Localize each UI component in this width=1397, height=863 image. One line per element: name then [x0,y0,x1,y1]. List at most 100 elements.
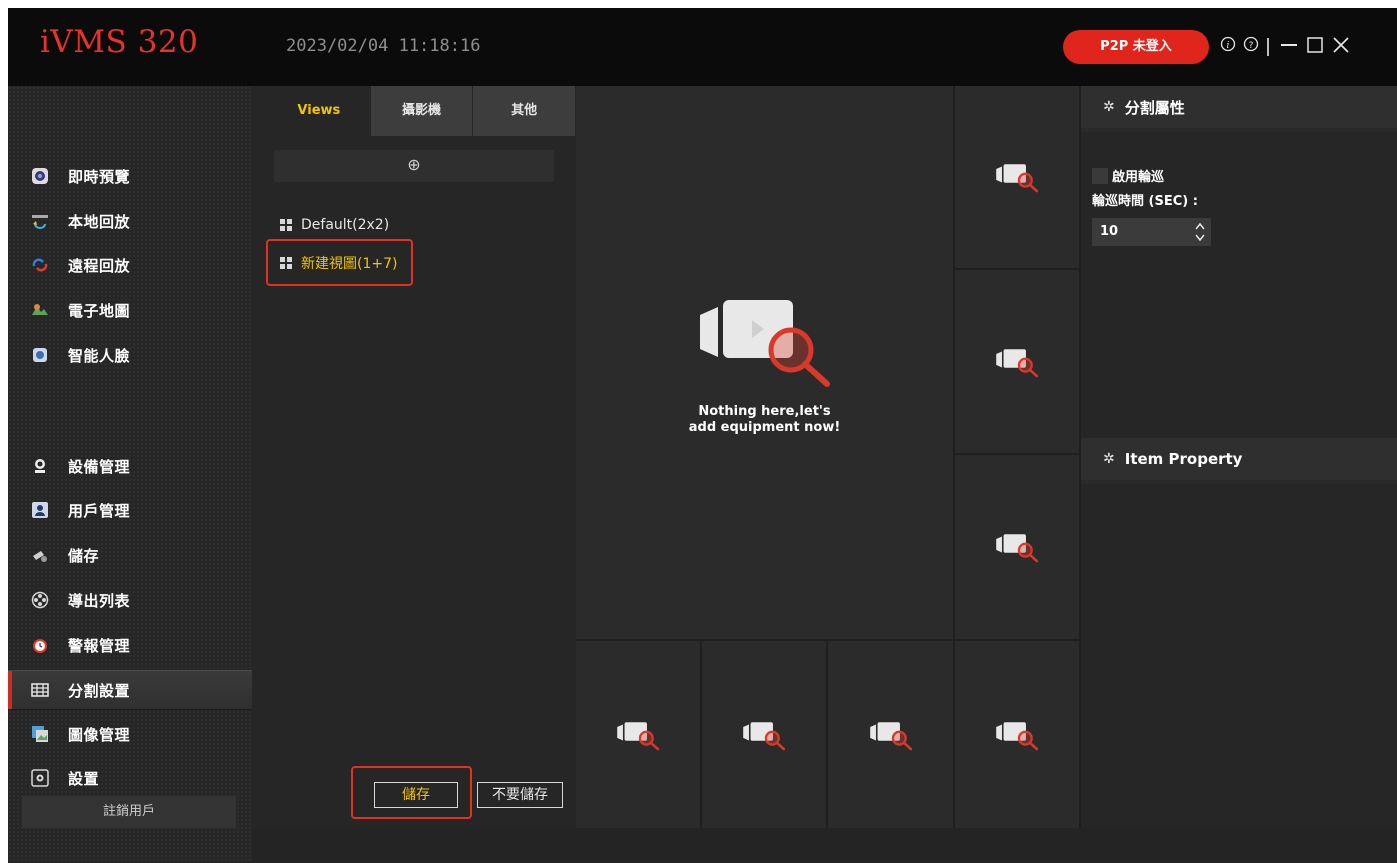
item-property-title: Item Property [1124,450,1243,468]
camera-search-icon [617,721,660,750]
current-datetime: 2023/02/04 11:18:16 [286,36,481,56]
logout-button[interactable]: 註銷用戶 [22,796,236,828]
highlight-selected-view [266,239,413,286]
sidebar-item-label: 用戶管理 [68,501,131,520]
sidebar-item-live-view[interactable]: 即時預覽 [8,156,252,196]
sidebar-item-split-settings[interactable]: 分割設置 [8,670,252,710]
spinner-arrows-icon[interactable] [1193,221,1207,243]
sidebar-item-label: 智能人臉 [68,346,131,365]
enable-tour-row[interactable]: 啟用輪巡 [1092,166,1164,185]
sidebar-item-label: 即時預覽 [68,167,131,186]
views-tabs: Views 攝影機 其他 [268,86,577,136]
camera-search-icon [996,348,1039,377]
split-settings-icon [30,680,50,700]
title-bar: iVMS 320 2023/02/04 11:18:16 P2P 未登入 i ? [8,8,1397,86]
sidebar-item-label: 設置 [68,769,100,788]
sidebar-item-label: 儲存 [68,546,100,565]
bottom-strip [252,828,1397,863]
sidebar-item-local-playback[interactable]: 本地回放 [8,201,252,241]
video-cell-main[interactable]: Nothing here,let's add equipment now! [576,86,953,639]
empty-message: Nothing here,let's add equipment now! [689,404,841,436]
sidebar-item-label: 圖像管理 [68,725,131,744]
emap-icon [30,300,50,320]
remote-playback-icon [30,255,50,275]
sidebar-item-export-list[interactable]: 導出列表 [8,580,252,620]
live-view-icon [30,166,50,186]
face-recognition-icon [30,345,50,365]
tour-time-value: 10 [1100,224,1119,239]
sidebar-item-settings[interactable]: 設置 [8,758,252,798]
video-grid: Nothing here,let's add equipment now! [576,86,1081,828]
sidebar-item-remote-playback[interactable]: 遠程回放 [8,245,252,285]
image-management-icon [30,724,50,744]
properties-panel: ✲ 分割屬性 啟用輪巡 輪巡時間 (SEC) : 10 ✲ Item Prope… [1081,86,1397,863]
device-management-icon [30,456,50,476]
camera-search-icon [869,721,912,750]
minimize-icon[interactable] [1278,36,1300,58]
sidebar-item-user-management[interactable]: 用戶管理 [8,490,252,530]
info-icon[interactable]: i [1217,36,1239,58]
svg-text:?: ? [1249,41,1254,51]
empty-message-line: add equipment now! [688,419,841,435]
app-window: iVMS 320 2023/02/04 11:18:16 P2P 未登入 i ?… [8,8,1397,863]
local-playback-icon [30,211,50,231]
views-panel: Views 攝影機 其他 ⊕ Default(2x2) 新建視圖(1+7) 儲存… [252,86,577,863]
enable-tour-label: 啟用輪巡 [1112,170,1165,185]
storage-icon [30,545,50,565]
sidebar-item-label: 警報管理 [68,636,131,655]
camera-search-icon [996,721,1039,750]
split-properties-header: ✲ 分割屬性 [1081,86,1397,132]
tab-views[interactable]: Views [268,86,371,136]
help-icon[interactable]: ? [1240,36,1262,58]
sidebar-item-label: 本地回放 [68,212,131,231]
view-item-default[interactable]: Default(2x2) [280,212,389,238]
highlight-save-button [351,766,472,819]
split-properties-title: 分割屬性 [1124,98,1185,117]
sidebar-item-device-management[interactable]: 設備管理 [8,446,252,486]
camera-search-icon [699,299,830,387]
video-cell[interactable] [955,641,1079,828]
maximize-icon[interactable] [1304,36,1326,58]
app-logo: iVMS 320 [40,24,199,60]
sidebar-item-face[interactable]: 智能人臉 [8,335,252,375]
sidebar-item-alarm[interactable]: 警報管理 [8,625,252,665]
empty-message-line: Nothing here,let's [698,403,831,419]
sidebar-item-label: 遠程回放 [68,256,131,275]
sidebar-item-image-management[interactable]: 圖像管理 [8,714,252,754]
item-property-header: ✲ Item Property [1081,438,1397,484]
video-cell[interactable] [955,86,1079,268]
gear-icon: ✲ [1103,451,1115,467]
enable-tour-checkbox[interactable] [1092,167,1108,184]
p2p-login-button[interactable]: P2P 未登入 [1063,30,1209,64]
video-cell[interactable] [828,641,953,828]
video-cell[interactable] [955,455,1079,639]
sidebar-item-label: 電子地圖 [68,301,131,320]
add-view-button[interactable]: ⊕ [274,150,554,182]
gear-icon: ✲ [1103,99,1115,115]
camera-search-icon [743,721,786,750]
export-list-icon [30,590,50,610]
tour-time-spinbox[interactable]: 10 [1092,218,1211,246]
alarm-icon [30,635,50,655]
svg-text:i: i [1227,41,1230,51]
view-label: Default(2x2) [301,217,390,233]
camera-search-icon [996,164,1039,193]
tour-time-label: 輪巡時間 (SEC) : [1092,194,1198,209]
camera-search-icon [996,534,1039,563]
sidebar-item-emap[interactable]: 電子地圖 [8,290,252,330]
sidebar-item-label: 設備管理 [68,457,131,476]
video-cell[interactable] [702,641,826,828]
settings-icon [30,768,50,788]
tab-other[interactable]: 其他 [473,86,577,136]
sidebar-item-label: 分割設置 [68,681,131,700]
sidebar-item-storage[interactable]: 儲存 [8,535,252,575]
user-management-icon [30,500,50,520]
sidebar-item-label: 導出列表 [68,591,131,610]
video-cell[interactable] [955,270,1079,453]
close-icon[interactable] [1330,36,1352,58]
sidebar: 即時預覽 本地回放 遠程回放 電子地圖 智能人臉 設備管理 用戶管理 儲存 導出… [8,86,252,863]
tab-cameras[interactable]: 攝影機 [370,86,474,136]
grid-icon [280,219,292,231]
video-cell[interactable] [576,641,700,828]
discard-button[interactable]: 不要儲存 [477,782,563,808]
